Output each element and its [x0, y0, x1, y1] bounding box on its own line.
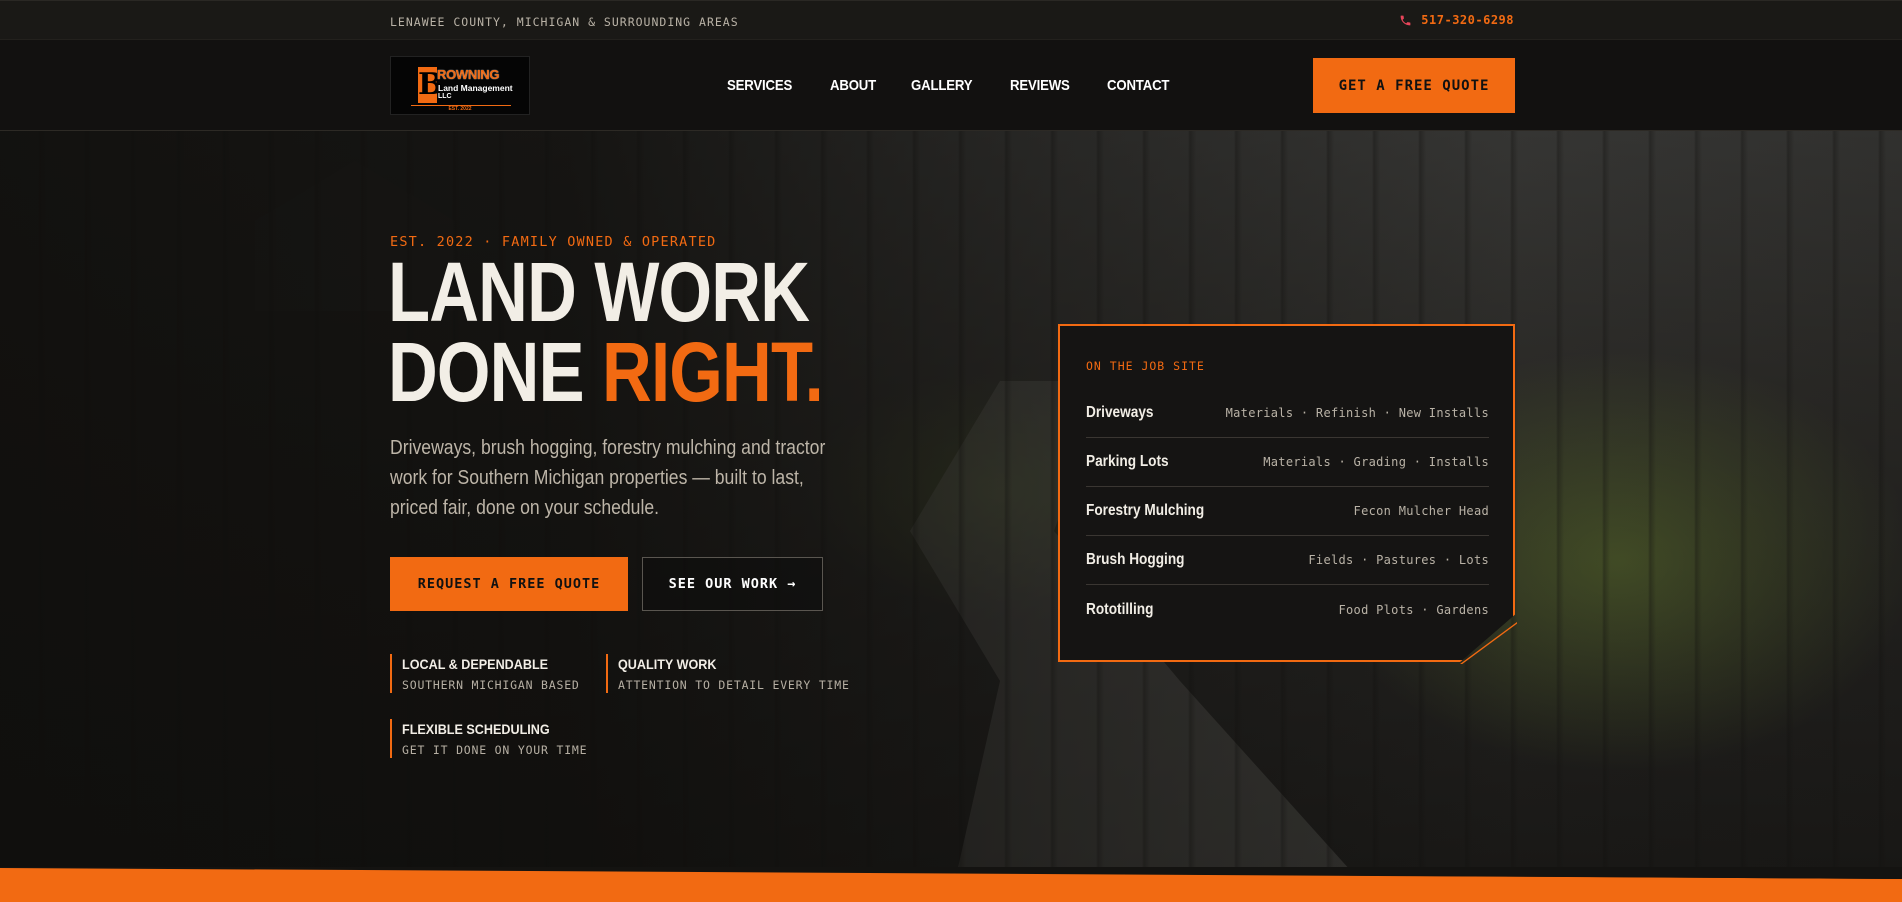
feature-title: LOCAL & DEPENDABLE	[402, 656, 549, 672]
service-name: Driveways	[1086, 404, 1154, 421]
service-name: Brush Hogging	[1086, 551, 1185, 568]
service-name: Rototilling	[1086, 600, 1154, 618]
phone-icon	[1400, 15, 1411, 25]
phone-link[interactable]: 517-320-6298	[1399, 13, 1514, 27]
nav-item-about[interactable]: ABOUT	[830, 77, 876, 94]
service-name: Forestry Mulching	[1086, 502, 1205, 519]
service-name: Parking Lots	[1086, 453, 1169, 470]
logo-subtitle: Land Management	[438, 83, 513, 93]
hero-overlay	[0, 131, 1902, 870]
feature-subtitle: SOUTHERN MICHIGAN BASED	[402, 678, 580, 692]
service-row: Forestry Mulching Fecon Mulcher Head	[1086, 487, 1489, 536]
job-site-card: ON THE JOB SITE Driveways Materials · Re…	[1058, 324, 1515, 662]
service-detail: Food Plots · Gardens	[1338, 602, 1489, 617]
feature-subtitle: GET IT DONE ON YOUR TIME	[402, 743, 588, 757]
feature-title: QUALITY WORK	[618, 656, 717, 672]
headline-accent: RIGHT.	[602, 325, 824, 419]
service-area-text: LENAWEE COUNTY, MICHIGAN & SURROUNDING A…	[390, 15, 739, 29]
service-row: Brush Hogging Fields · Pastures · Lots	[1086, 536, 1489, 585]
logo-word: ROWNING	[437, 67, 500, 82]
service-detail: Fields · Pastures · Lots	[1308, 553, 1489, 567]
logo-llc: LLC	[438, 93, 452, 100]
nav-item-contact[interactable]: CONTACT	[1107, 77, 1169, 94]
top-bar: LENAWEE COUNTY, MICHIGAN & SURROUNDING A…	[0, 0, 1902, 40]
feature-quality: QUALITY WORK ATTENTION TO DETAIL EVERY T…	[606, 654, 850, 693]
feature-scheduling: FLEXIBLE SCHEDULING GET IT DONE ON YOUR …	[390, 719, 587, 758]
logo-est: EST. 2022	[448, 106, 472, 112]
service-detail: Materials · Refinish · New Installs	[1225, 406, 1489, 420]
phone-number: 517-320-6298	[1421, 13, 1514, 27]
feature-title: FLEXIBLE SCHEDULING	[402, 721, 550, 737]
hero-headline: LAND WORK DONE RIGHT.	[388, 250, 824, 414]
service-row: Parking Lots Materials · Grading · Insta…	[1086, 438, 1489, 487]
feature-local: LOCAL & DEPENDABLE SOUTHERN MICHIGAN BAS…	[390, 654, 580, 693]
hero-background	[0, 131, 1902, 870]
nav-item-services[interactable]: SERVICES	[727, 77, 792, 94]
site-header: B ROWNING Land Management LLC EST. 2022 …	[0, 40, 1902, 131]
service-row: Driveways Materials · Refinish · New Ins…	[1086, 389, 1489, 438]
get-quote-button[interactable]: GET A FREE QUOTE	[1313, 58, 1515, 113]
request-quote-button[interactable]: REQUEST A FREE QUOTE	[390, 557, 628, 611]
nav-item-reviews[interactable]: REVIEWS	[1010, 77, 1070, 94]
nav-item-gallery[interactable]: GALLERY	[911, 77, 973, 94]
see-work-button[interactable]: SEE OUR WORK →	[642, 557, 823, 611]
brand-logo[interactable]: B ROWNING Land Management LLC EST. 2022	[390, 56, 530, 115]
headline-line-2: DONE	[388, 325, 603, 419]
card-label: ON THE JOB SITE	[1086, 359, 1205, 373]
service-detail: Fecon Mulcher Head	[1353, 504, 1489, 518]
feature-subtitle: ATTENTION TO DETAIL EVERY TIME	[618, 678, 850, 692]
service-row: Rototilling Food Plots · Gardens	[1086, 585, 1489, 634]
hero-description: Driveways, brush hogging, forestry mulch…	[390, 437, 826, 519]
service-detail: Materials · Grading · Installs	[1263, 455, 1489, 469]
main-nav: SERVICES ABOUT GALLERY REVIEWS CONTACT	[727, 77, 1207, 94]
logo-letter: B	[418, 67, 444, 103]
